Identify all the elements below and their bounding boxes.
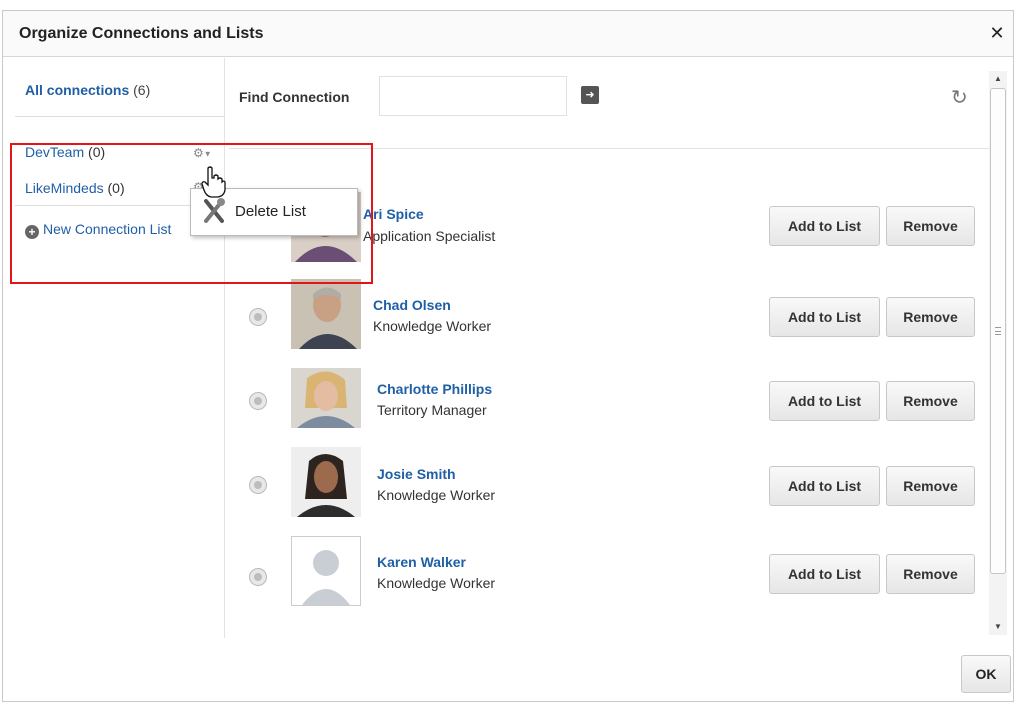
lists-sidebar: All connections (6) DevTeam (0) ⚙▼ LikeM… — [3, 58, 225, 638]
gear-icon[interactable]: ⚙▼ — [193, 146, 212, 160]
remove-button[interactable]: Remove — [886, 466, 975, 506]
connection-title: Knowledge Worker — [377, 575, 496, 591]
dialog-titlebar: Organize Connections and Lists ✕ — [3, 11, 1013, 57]
connection-title: Knowledge Worker — [377, 487, 496, 503]
dialog-title: Organize Connections and Lists — [19, 25, 264, 42]
tools-icon — [204, 198, 225, 223]
scrollbar-thumb[interactable] — [990, 88, 1006, 574]
connection-name[interactable]: Chad Olsen — [373, 297, 451, 313]
connection-name[interactable]: Charlotte Phillips — [377, 381, 492, 397]
refresh-icon[interactable]: ↻ — [951, 85, 968, 110]
list-count: (0) — [107, 180, 125, 196]
connection-name[interactable]: Karen Walker — [377, 554, 466, 570]
new-connection-list-link[interactable]: + New Connection List — [25, 221, 195, 239]
scroll-down-icon[interactable]: ▼ — [989, 619, 1007, 635]
avatar — [291, 447, 361, 517]
list-count: (0) — [88, 144, 106, 160]
close-icon[interactable]: ✕ — [987, 23, 1007, 43]
connections-scrollbar[interactable]: ▲ ▼ — [989, 71, 1007, 635]
add-to-list-button[interactable]: Add to List — [769, 381, 880, 421]
connection-radio[interactable] — [249, 308, 267, 326]
arrow-right-icon[interactable]: ➜ — [581, 86, 599, 104]
connection-radio[interactable] — [249, 568, 267, 586]
chevron-down-icon: ▼ — [203, 149, 212, 159]
new-list-label: New Connection List — [43, 221, 172, 237]
remove-button[interactable]: Remove — [886, 554, 975, 594]
grip-icon — [995, 327, 1001, 335]
plus-circle-icon: + — [25, 225, 39, 239]
all-connections-count: (6) — [133, 82, 151, 98]
avatar — [291, 368, 361, 428]
add-to-list-button[interactable]: Add to List — [769, 297, 880, 337]
connection-radio[interactable] — [249, 392, 267, 410]
add-to-list-button[interactable]: Add to List — [769, 466, 880, 506]
hand-cursor-icon — [201, 166, 226, 198]
sidebar-item-all-connections[interactable]: All connections (6) — [25, 82, 150, 98]
sidebar-item-devteam[interactable]: DevTeam (0) — [25, 144, 105, 160]
connection-title: Application Specialist — [363, 228, 496, 244]
menu-item-label: Delete List — [235, 203, 306, 220]
sidebar-item-likemindeds[interactable]: LikeMindeds (0) — [25, 180, 125, 196]
connection-row: Josie Smith Knowledge Worker Add to List… — [229, 445, 991, 525]
connection-row: Karen Walker Knowledge Worker Add to Lis… — [229, 533, 991, 613]
list-label: DevTeam — [25, 144, 85, 160]
add-to-list-button[interactable]: Add to List — [769, 554, 880, 594]
organize-connections-dialog: Organize Connections and Lists ✕ All con… — [2, 10, 1014, 702]
connection-row: Charlotte Phillips Territory Manager Add… — [229, 361, 991, 441]
all-connections-label: All connections — [25, 82, 130, 98]
remove-button[interactable]: Remove — [886, 381, 975, 421]
find-connection-label: Find Connection — [239, 89, 350, 105]
connection-title: Territory Manager — [377, 402, 487, 418]
sidebar-divider — [15, 116, 225, 117]
connection-radio[interactable] — [249, 476, 267, 494]
scroll-up-icon[interactable]: ▲ — [989, 71, 1007, 87]
connection-name[interactable]: Ari Spice — [363, 206, 424, 222]
remove-button[interactable]: Remove — [886, 297, 975, 337]
connection-name[interactable]: Josie Smith — [377, 466, 456, 482]
connection-title: Knowledge Worker — [373, 318, 492, 334]
connection-row: Chad Olsen Knowledge Worker Add to List … — [229, 277, 991, 357]
avatar — [291, 536, 361, 606]
search-divider — [229, 148, 991, 149]
remove-button[interactable]: Remove — [886, 206, 975, 246]
find-connection-input[interactable] — [379, 76, 567, 116]
ok-button[interactable]: OK — [961, 655, 1011, 693]
list-label: LikeMindeds — [25, 180, 104, 196]
add-to-list-button[interactable]: Add to List — [769, 206, 880, 246]
avatar — [291, 279, 361, 349]
